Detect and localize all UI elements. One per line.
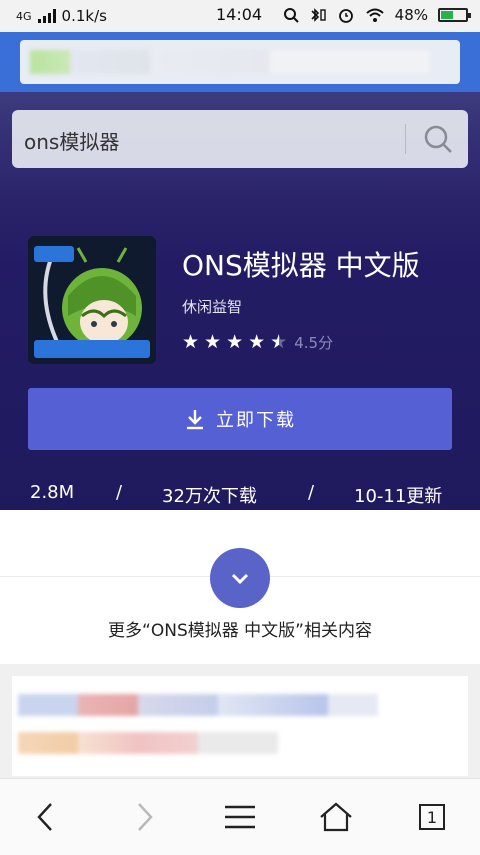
address-bar[interactable]	[20, 40, 460, 84]
star-icon: ★	[204, 331, 222, 353]
address-bar-blurred-content	[30, 50, 430, 74]
search-input[interactable]: ons模拟器	[24, 126, 119, 155]
download-button[interactable]: 立即下载	[28, 388, 452, 450]
download-icon	[187, 410, 203, 430]
menu-button[interactable]	[220, 797, 260, 837]
app-updated: 10-11更新	[354, 486, 443, 507]
star-icon: ★	[182, 331, 200, 353]
forward-button[interactable]	[124, 797, 164, 837]
app-size: 2.8M	[30, 482, 75, 503]
alarm-icon	[338, 9, 353, 23]
home-button[interactable]	[316, 797, 356, 837]
network-speed: 0.1k/s	[61, 7, 107, 25]
menu-icon	[225, 805, 255, 829]
signal-icon	[37, 9, 56, 23]
chevron-right-icon	[138, 803, 153, 831]
blurred-content	[18, 732, 278, 754]
tabs-button[interactable]: 1	[412, 797, 452, 837]
bluetooth-vibrate-icon	[311, 8, 326, 22]
more-related-link[interactable]: 更多“ONS模拟器 中文版”相关内容	[0, 616, 480, 641]
search-icon[interactable]	[422, 123, 454, 155]
battery-icon	[438, 8, 471, 22]
rating-text: 4.5分	[294, 334, 334, 352]
meta-separator: /	[308, 482, 315, 503]
app-title: ONS模拟器 中文版	[182, 249, 420, 282]
app-meta-row: 2.8M / 32万次下载 / 10-11更新	[0, 482, 480, 507]
browser-top-bar	[0, 32, 480, 92]
app-hero: ons模拟器 ONS模拟器 中文版 休闲益智 ★ ★ ★ ★ ★ 4.5分 立	[0, 92, 480, 510]
half-star-icon: ★	[270, 333, 287, 353]
wifi-icon	[365, 8, 384, 22]
download-label: 立即下载	[216, 410, 296, 431]
network-type: 4G	[16, 9, 32, 23]
app-category: 休闲益智	[182, 298, 243, 316]
star-icon: ★	[248, 331, 266, 353]
battery-percent: 48%	[394, 6, 428, 24]
star-icon: ★	[226, 331, 244, 353]
chevron-left-icon	[37, 803, 52, 831]
chevron-down-icon	[231, 573, 249, 585]
browser-bottom-nav: 1	[0, 778, 480, 855]
clock: 14:04	[216, 5, 263, 24]
search-divider	[405, 124, 406, 154]
blurred-content	[18, 694, 378, 716]
home-icon	[320, 802, 352, 832]
search-bar[interactable]: ons模拟器	[12, 110, 468, 168]
expand-more-button[interactable]	[210, 548, 270, 608]
app-icon	[28, 236, 156, 364]
related-card[interactable]	[12, 676, 468, 776]
search-status-icon	[283, 8, 299, 23]
app-downloads: 32万次下载	[162, 486, 257, 507]
meta-separator: /	[116, 482, 123, 503]
back-button[interactable]	[26, 797, 66, 837]
rating: ★ ★ ★ ★ ★ 4.5分	[182, 332, 333, 353]
status-bar: 4G 0.1k/s 14:04 48%	[0, 0, 480, 32]
tab-count: 1	[419, 804, 445, 830]
